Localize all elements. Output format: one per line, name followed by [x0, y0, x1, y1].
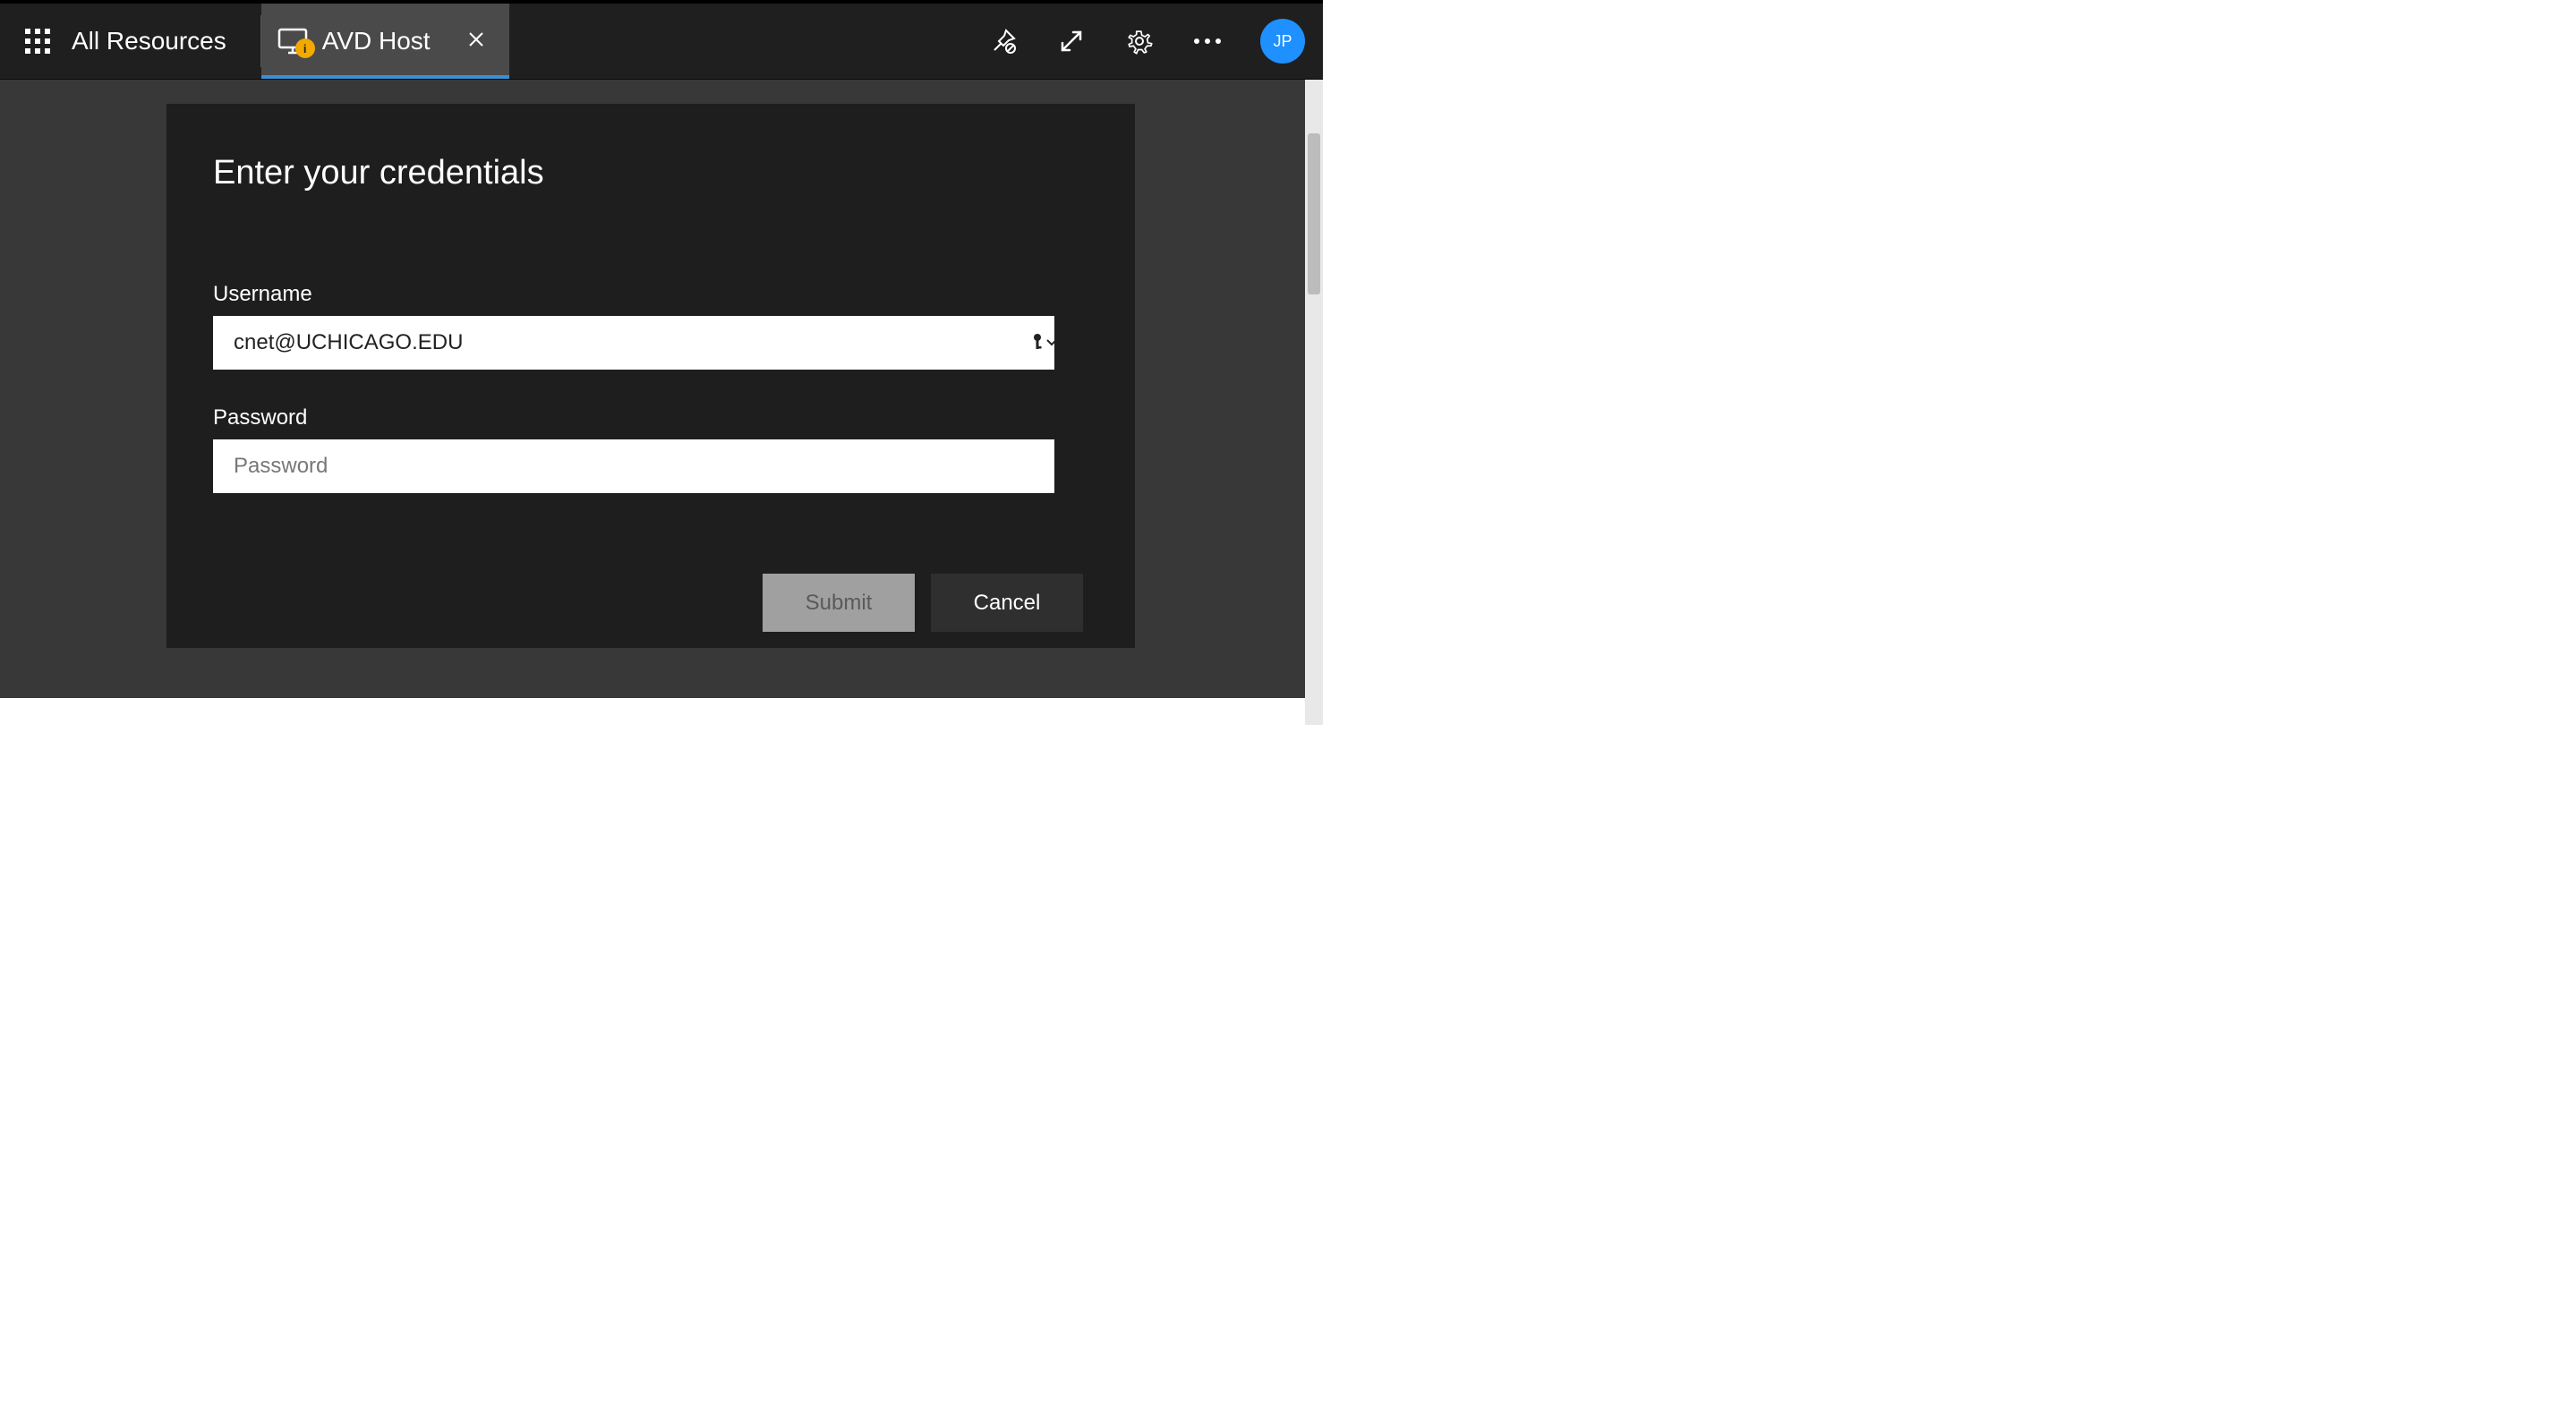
tab-title: AVD Host: [322, 27, 431, 55]
username-label: Username: [213, 282, 1083, 307]
scrollbar[interactable]: [1305, 80, 1323, 725]
password-input[interactable]: [213, 439, 1054, 493]
tab-avd-host[interactable]: i AVD Host: [261, 4, 509, 79]
username-input-wrap: [213, 316, 1083, 370]
button-row: Submit Cancel: [213, 574, 1083, 632]
app-launcher-icon[interactable]: [25, 29, 50, 54]
fullscreen-icon[interactable]: [1056, 26, 1087, 56]
credential-picker-icon[interactable]: [1031, 333, 1058, 353]
background-strip: [0, 698, 1305, 725]
cancel-button[interactable]: Cancel: [931, 574, 1083, 632]
password-input-wrap: [213, 439, 1083, 493]
avatar[interactable]: JP: [1260, 19, 1305, 64]
header-bar: All Resources i AVD Host: [0, 4, 1323, 80]
info-badge-icon: i: [295, 38, 315, 58]
header-right: JP: [988, 4, 1323, 79]
credentials-modal: Enter your credentials Username Password…: [166, 104, 1135, 648]
password-label: Password: [213, 405, 1083, 430]
all-resources-label[interactable]: All Resources: [72, 27, 260, 55]
monitor-icon: i: [277, 26, 311, 56]
active-tab-indicator: [261, 75, 509, 79]
close-icon[interactable]: [465, 26, 488, 56]
more-icon[interactable]: [1192, 26, 1223, 56]
modal-title: Enter your credentials: [213, 154, 1083, 192]
header-left: All Resources: [0, 4, 260, 79]
submit-button[interactable]: Submit: [763, 574, 915, 632]
username-input[interactable]: [213, 316, 1054, 370]
gear-icon[interactable]: [1124, 26, 1155, 56]
pin-icon[interactable]: [988, 26, 1019, 56]
